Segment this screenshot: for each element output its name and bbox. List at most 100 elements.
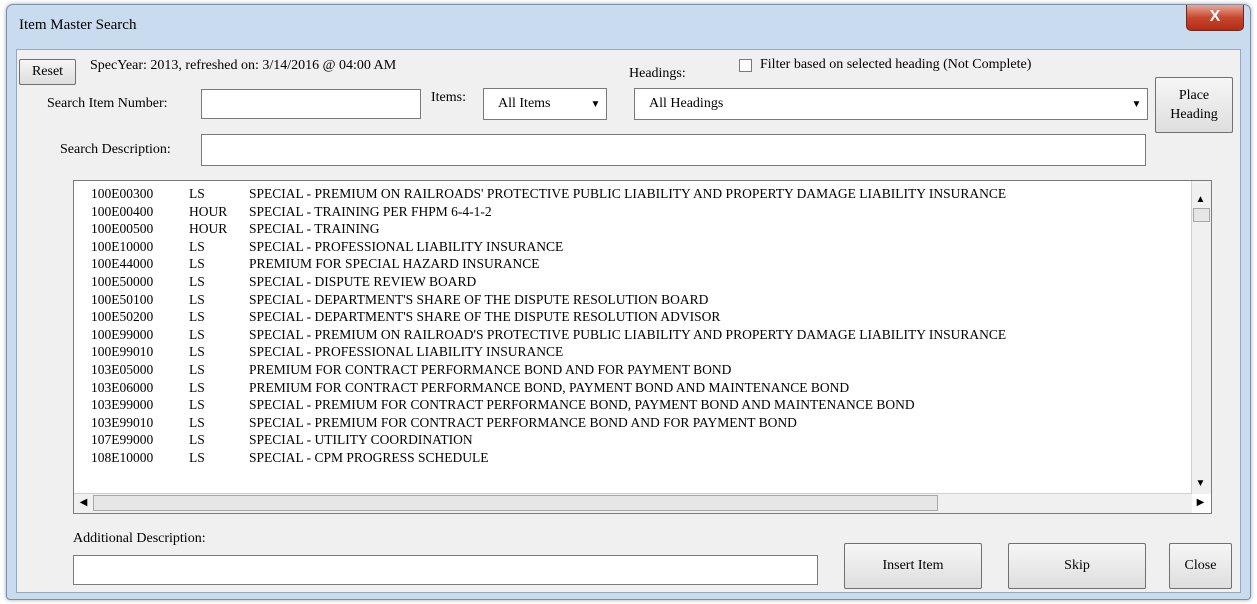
description-cell: SPECIAL - PROFESSIONAL LIABILITY INSURAN…: [249, 344, 564, 360]
description-cell: SPECIAL - DEPARTMENT'S SHARE OF THE DISP…: [249, 291, 709, 307]
list-item[interactable]: 100E50100 LS SPECIAL - DEPARTMENT'S SHARE …: [91, 291, 1006, 309]
description-cell: SPECIAL - UTILITY COORDINATION: [249, 432, 473, 448]
item-number-cell: 100E10000: [91, 238, 154, 254]
unit-cell: LS: [189, 186, 205, 201]
search-item-number-label: Search Item Number:: [47, 96, 168, 111]
dropdown-arrow-icon[interactable]: ▼: [586, 90, 605, 118]
item-number-cell: 100E44000: [91, 256, 154, 272]
dialog-body: Reset SpecYear: 2013, refreshed on: 3/14…: [16, 49, 1241, 593]
place-heading-button[interactable]: Place Heading: [1155, 77, 1233, 133]
dropdown-arrow-icon[interactable]: ▼: [1127, 90, 1146, 118]
list-item[interactable]: 100E99000 LS SPECIAL - PREMIUM ON RAILROAD…: [91, 326, 1006, 344]
window-title: Item Master Search: [19, 17, 137, 33]
description-cell: SPECIAL - DEPARTMENT'S SHARE OF THE DISP…: [249, 309, 721, 325]
description-cell: SPECIAL - DISPUTE REVIEW BOARD: [249, 273, 477, 289]
item-number-cell: 103E06000: [91, 379, 154, 395]
description-cell: SPECIAL - PREMIUM ON RAILROADS' PROTECTI…: [249, 186, 1007, 201]
list-item[interactable]: 103E99010 LS SPECIAL - PREMIUM FOR CONTRAC…: [91, 414, 1006, 432]
place-heading-line1: Place: [1178, 88, 1210, 103]
unit-cell: HOUR: [189, 221, 228, 237]
list-item[interactable]: 100E50200 LS SPECIAL - DEPARTMENT'S SHARE …: [91, 308, 1006, 326]
vertical-scroll-thumb[interactable]: [1193, 208, 1210, 222]
unit-cell: LS: [189, 397, 205, 413]
description-cell: SPECIAL - PREMIUM ON RAILROAD'S PROTECTI…: [249, 326, 1007, 342]
scroll-right-icon[interactable]: ▶: [1192, 494, 1209, 511]
scroll-left-icon[interactable]: ◀: [75, 494, 92, 511]
list-item[interactable]: 107E99000 LS SPECIAL - UTILITY COORDINATIO…: [91, 431, 1006, 449]
search-description-label: Search Description:: [60, 142, 171, 157]
headings-dropdown[interactable]: All Headings ▼: [634, 88, 1148, 120]
description-cell: SPECIAL - TRAINING: [249, 221, 380, 237]
results-listbox[interactable]: 100E00300 LS SPECIAL - PREMIUM ON RAILROAD…: [73, 180, 1212, 514]
headings-label: Headings:: [629, 66, 686, 81]
window-close-button[interactable]: X: [1186, 5, 1244, 31]
title-bar[interactable]: Item Master Search X: [7, 5, 1250, 45]
unit-cell: HOUR: [189, 203, 228, 219]
skip-button[interactable]: Skip: [1008, 543, 1146, 589]
description-cell: PREMIUM FOR CONTRACT PERFORMANCE BOND, P…: [249, 379, 850, 395]
description-cell: PREMIUM FOR CONTRACT PERFORMANCE BOND AN…: [249, 361, 732, 377]
unit-cell: LS: [189, 256, 205, 272]
close-icon: X: [1209, 8, 1221, 25]
list-item[interactable]: 100E00400 HOUR SPECIAL - TRAINING PER FHPM…: [91, 203, 1006, 221]
item-number-cell: 100E99010: [91, 344, 154, 360]
list-item[interactable]: 103E05000 LS PREMIUM FOR CONTRACT PERFORMA…: [91, 361, 1006, 379]
headings-dropdown-value: All Headings: [649, 96, 724, 111]
list-item[interactable]: 100E00300 LS SPECIAL - PREMIUM ON RAILROAD…: [91, 185, 1006, 203]
description-cell: PREMIUM FOR SPECIAL HAZARD INSURANCE: [249, 256, 540, 272]
description-cell: SPECIAL - PREMIUM FOR CONTRACT PERFORMAN…: [249, 414, 797, 430]
filter-heading-label: Filter based on selected heading (Not Co…: [760, 57, 1032, 72]
items-dropdown[interactable]: All Items ▼: [483, 88, 607, 120]
list-item[interactable]: 100E00500 HOUR SPECIAL - TRAINING: [91, 220, 1006, 238]
unit-cell: LS: [189, 326, 205, 342]
list-item[interactable]: 100E99010 LS SPECIAL - PROFESSIONAL LIABIL…: [91, 343, 1006, 361]
search-item-number-input[interactable]: [201, 89, 421, 119]
description-cell: SPECIAL - TRAINING PER FHPM 6-4-1-2: [249, 203, 492, 219]
item-number-cell: 100E50200: [91, 309, 154, 325]
unit-cell: LS: [189, 379, 205, 395]
list-item[interactable]: 100E10000 LS SPECIAL - PROFESSIONAL LIABIL…: [91, 238, 1006, 256]
vertical-scrollbar[interactable]: ▲ ▼: [1191, 181, 1211, 494]
place-heading-line2: Heading: [1170, 107, 1218, 122]
item-number-cell: 100E00500: [91, 221, 154, 237]
results-rows: 100E00300 LS SPECIAL - PREMIUM ON RAILROAD…: [91, 185, 1006, 467]
item-number-cell: 100E00400: [91, 203, 154, 219]
list-item[interactable]: 100E50000 LS SPECIAL - DISPUTE REVIEW BOAR…: [91, 273, 1006, 291]
unit-cell: LS: [189, 344, 205, 360]
description-cell: SPECIAL - PREMIUM FOR CONTRACT PERFORMAN…: [249, 397, 915, 413]
spec-info-label: SpecYear: 2013, refreshed on: 3/14/2016 …: [90, 58, 397, 73]
additional-description-input[interactable]: [73, 555, 818, 585]
unit-cell: LS: [189, 449, 205, 465]
list-item[interactable]: 103E99000 LS SPECIAL - PREMIUM FOR CONTRAC…: [91, 396, 1006, 414]
search-description-input[interactable]: [201, 134, 1146, 166]
description-cell: SPECIAL - PROFESSIONAL LIABILITY INSURAN…: [249, 238, 564, 254]
list-item[interactable]: 100E44000 LS PREMIUM FOR SPECIAL HAZARD IN…: [91, 255, 1006, 273]
items-dropdown-value: All Items: [498, 96, 551, 111]
unit-cell: LS: [189, 361, 205, 377]
insert-item-button[interactable]: Insert Item: [844, 543, 982, 589]
item-number-cell: 100E99000: [91, 326, 154, 342]
close-button[interactable]: Close: [1169, 543, 1232, 589]
additional-description-label: Additional Description:: [73, 531, 206, 546]
item-number-cell: 103E99000: [91, 397, 154, 413]
item-number-cell: 103E05000: [91, 361, 154, 377]
horizontal-scrollbar[interactable]: ◀ ▶: [74, 493, 1204, 513]
horizontal-scroll-thumb[interactable]: [93, 495, 938, 511]
scroll-up-icon[interactable]: ▲: [1192, 191, 1209, 208]
item-number-cell: 107E99000: [91, 432, 154, 448]
item-number-cell: 100E50000: [91, 273, 154, 289]
list-item[interactable]: 103E06000 LS PREMIUM FOR CONTRACT PERFORMA…: [91, 379, 1006, 397]
item-number-cell: 108E10000: [91, 449, 154, 465]
item-master-search-window: Item Master Search X Reset SpecYear: 201…: [6, 4, 1251, 600]
filter-heading-checkbox[interactable]: [739, 59, 752, 72]
unit-cell: LS: [189, 309, 205, 325]
item-number-cell: 100E50100: [91, 291, 154, 307]
list-item[interactable]: 108E10000 LS SPECIAL - CPM PROGRESS SCHEDU…: [91, 449, 1006, 467]
reset-button[interactable]: Reset: [19, 59, 76, 85]
unit-cell: LS: [189, 432, 205, 448]
scroll-down-icon[interactable]: ▼: [1192, 475, 1209, 492]
items-label: Items:: [431, 90, 466, 105]
unit-cell: LS: [189, 238, 205, 254]
unit-cell: LS: [189, 273, 205, 289]
unit-cell: LS: [189, 414, 205, 430]
